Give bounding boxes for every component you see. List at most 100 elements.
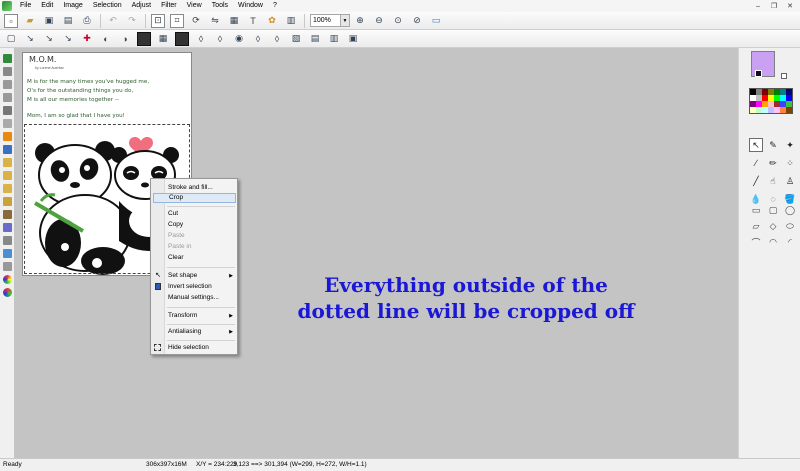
channels-icon[interactable] <box>137 31 151 46</box>
select-wand-icon[interactable]: ↘ <box>42 32 56 46</box>
screenshot-icon[interactable]: ▣ <box>346 32 360 46</box>
smudge-icon[interactable]: ☝ <box>766 174 780 188</box>
balance-icon[interactable] <box>2 262 12 271</box>
pinwheel-icon[interactable] <box>2 275 12 284</box>
menu-filter[interactable]: Filter <box>156 0 182 12</box>
zoom-actual-icon[interactable]: ⊘ <box>410 14 424 28</box>
shape-tool-icon[interactable]: ▱ <box>749 220 763 233</box>
color-palette[interactable] <box>749 88 793 114</box>
select-lasso-icon[interactable]: ↘ <box>23 32 37 46</box>
shape-tool-icon[interactable]: ▭ <box>749 204 763 217</box>
print-icon[interactable]: ⎙ <box>80 14 94 28</box>
menu-item-set-shape[interactable]: ↖ Set shape ▶ <box>153 271 236 281</box>
new-icon[interactable]: ▫ <box>4 13 18 28</box>
canvas-icon[interactable]: ▦ <box>227 14 241 28</box>
folder-icon[interactable] <box>2 197 12 206</box>
menu-tools[interactable]: Tools <box>207 0 233 12</box>
zoom-in-icon[interactable]: ⊕ <box>353 14 367 28</box>
menu-item-crop[interactable]: Crop <box>153 193 236 203</box>
menu-item-invert-selection[interactable]: Invert selection <box>153 282 236 292</box>
menu-item-antialiasing[interactable]: Antialiasing ▶ <box>153 327 236 337</box>
shape-tool-icon[interactable]: ⬭ <box>783 220 797 233</box>
menu-item-stroke-fill[interactable]: Stroke and fill... <box>153 183 236 193</box>
mask-icon[interactable] <box>175 31 189 46</box>
light-icon[interactable] <box>2 119 12 128</box>
scanner-icon[interactable]: ▤ <box>61 14 75 28</box>
fullscreen-icon[interactable]: ▭ <box>429 14 443 28</box>
restore-button[interactable]: ❐ <box>768 1 780 11</box>
redo-icon[interactable]: ↷ <box>125 14 139 28</box>
filter-icon[interactable]: ✿ <box>265 14 279 28</box>
mountain-icon[interactable] <box>2 145 12 154</box>
paste-icon[interactable]: ▥ <box>327 32 341 46</box>
minimize-button[interactable]: – <box>752 1 764 11</box>
background-color-icon[interactable] <box>781 73 787 79</box>
stamp-icon[interactable] <box>2 210 12 219</box>
undo-icon[interactable]: ↶ <box>106 14 120 28</box>
folder-icon[interactable] <box>2 184 12 193</box>
levels-icon[interactable]: ◑ <box>118 32 132 46</box>
doc-icon[interactable] <box>2 67 12 76</box>
line-icon[interactable]: ╱ <box>749 174 763 188</box>
effects-icon[interactable]: ▥ <box>284 14 298 28</box>
menu-help[interactable]: ? <box>268 0 282 12</box>
menu-view[interactable]: View <box>182 0 207 12</box>
brush-icon[interactable]: ✏ <box>766 156 780 170</box>
stamp-icon[interactable]: ♙ <box>783 174 797 188</box>
contrast-icon[interactable]: ◐ <box>99 32 113 46</box>
brightness-icon[interactable]: ◉ <box>232 32 246 46</box>
sharpen-icon[interactable]: ◊ <box>270 32 284 46</box>
magic-wand-icon[interactable]: ✦ <box>783 138 797 152</box>
select-rect-icon[interactable]: ▢ <box>4 32 18 46</box>
drop-icon[interactable]: ◊ <box>194 32 208 46</box>
menu-item-copy[interactable]: Copy <box>153 220 236 230</box>
text-icon[interactable]: T <box>246 14 260 28</box>
folder-icon[interactable] <box>2 158 12 167</box>
shape-tool-icon[interactable]: ◯ <box>783 204 797 217</box>
pencil-icon[interactable]: ∕ <box>749 156 763 170</box>
camera-icon[interactable] <box>2 54 12 63</box>
menu-item-clear[interactable]: Clear <box>153 253 236 263</box>
select-add-icon[interactable]: ↘ <box>61 32 75 46</box>
doc-icon[interactable] <box>2 80 12 89</box>
menu-selection[interactable]: Selection <box>88 0 127 12</box>
star-icon[interactable] <box>2 223 12 232</box>
menu-edit[interactable]: Edit <box>36 0 58 12</box>
flip-icon[interactable]: ⇋ <box>208 14 222 28</box>
gradient-icon[interactable] <box>2 106 12 115</box>
shape-tool-icon[interactable]: ◜ <box>783 236 797 249</box>
close-button[interactable]: ✕ <box>784 1 796 11</box>
save-icon[interactable]: ▣ <box>42 14 56 28</box>
shape-tool-icon[interactable]: ▢ <box>766 204 780 217</box>
adjust-icon[interactable] <box>2 236 12 245</box>
palette-swatch[interactable] <box>786 107 792 113</box>
open-icon[interactable]: ▰ <box>23 14 37 28</box>
shape-tool-icon[interactable]: ◇ <box>766 220 780 233</box>
resize-icon[interactable]: ⊡ <box>151 13 165 28</box>
shape-tool-icon[interactable]: ⌒ <box>749 236 763 249</box>
orange-filter-icon[interactable] <box>2 132 12 141</box>
color-balance-icon[interactable]: ✚ <box>80 32 94 46</box>
folder-icon[interactable] <box>2 171 12 180</box>
zoom-out-icon[interactable]: ⊖ <box>372 14 386 28</box>
menu-item-transform[interactable]: Transform ▶ <box>153 311 236 321</box>
menu-file[interactable]: File <box>15 0 36 12</box>
blur-icon[interactable]: ◊ <box>251 32 265 46</box>
doc-icon[interactable] <box>2 93 12 102</box>
menu-image[interactable]: Image <box>58 0 87 12</box>
shape-tool-icon[interactable]: ◠ <box>766 236 780 249</box>
pointer-icon[interactable]: ↖ <box>749 138 763 152</box>
menu-adjust[interactable]: Adjust <box>127 0 156 12</box>
eyedropper-icon[interactable]: ✎ <box>766 138 780 152</box>
swap-colors-icon[interactable] <box>755 70 762 77</box>
water-icon[interactable] <box>2 249 12 258</box>
rotate-icon[interactable]: ⟳ <box>189 14 203 28</box>
airbrush-icon[interactable]: ⁘ <box>783 156 797 170</box>
workspace[interactable]: M.O.M. by Lorene Auerbar M is for the ma… <box>14 48 738 458</box>
crop-icon[interactable]: ⌗ <box>170 13 184 28</box>
menu-item-manual-settings[interactable]: Manual settings... <box>153 293 236 303</box>
drop-outline-icon[interactable]: ◊ <box>213 32 227 46</box>
zoom-select[interactable]: 100% ▼ <box>310 14 350 27</box>
zoom-fit-icon[interactable]: ⊙ <box>391 14 405 28</box>
menu-item-hide-selection[interactable]: Hide selection <box>153 343 236 353</box>
